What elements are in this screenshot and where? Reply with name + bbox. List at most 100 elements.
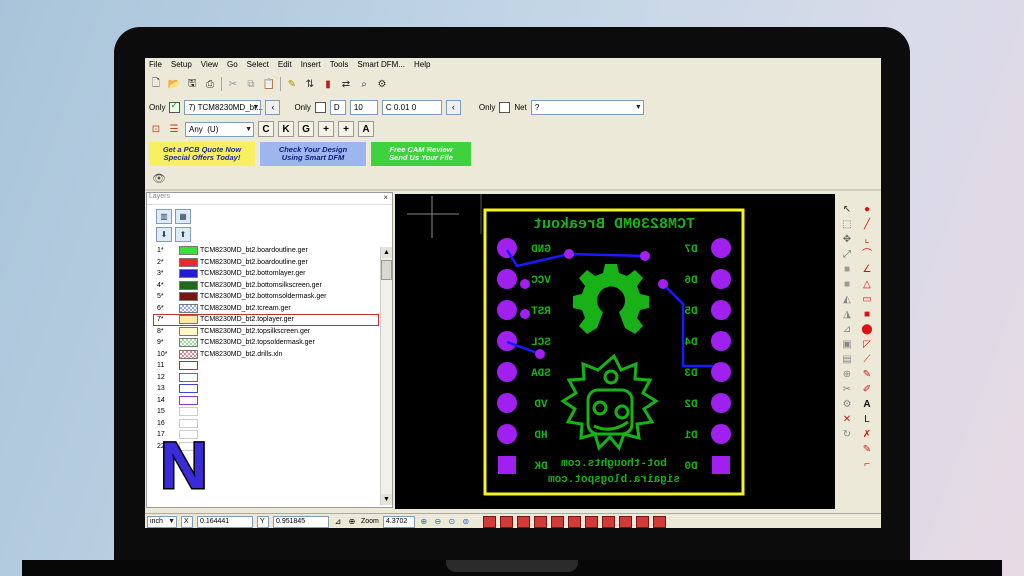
scroll-thumb[interactable] — [381, 260, 392, 280]
layer-row[interactable]: 10* TCM8230MD_bt2.drills.xln — [153, 349, 379, 361]
layer-color-swatch[interactable] — [179, 384, 198, 394]
zoom-icon[interactable]: ⌕ — [357, 77, 371, 91]
layer-color-swatch[interactable] — [179, 257, 198, 267]
layer-color-swatch[interactable] — [179, 269, 198, 279]
layer-toggle-5[interactable] — [550, 515, 564, 528]
layer-icon[interactable]: ▮ — [321, 77, 335, 91]
layer-row[interactable]: 15 — [153, 406, 379, 418]
layer-toggle-7[interactable] — [584, 515, 598, 528]
layer-color-swatch[interactable] — [179, 338, 198, 348]
zoom-out-icon[interactable]: ⊖ — [433, 517, 443, 527]
any-select[interactable]: Any (U) — [185, 121, 254, 137]
layer-row[interactable]: 2* TCM8230MD_bt2.boardoutline.ger — [153, 257, 379, 269]
red-dot-icon[interactable]: ● — [861, 204, 873, 216]
layer-toggle-10[interactable] — [635, 515, 649, 528]
polygon-icon[interactable]: ◸ — [861, 339, 873, 351]
copy-icon[interactable]: ⧉ — [244, 77, 258, 91]
menu-tools[interactable]: Tools — [330, 60, 349, 69]
layer-grid-icon[interactable]: ▦ — [175, 209, 191, 224]
layer-row[interactable]: 8* TCM8230MD_bt2.topsilkscreen.ger — [153, 326, 379, 338]
layer-row[interactable]: 13 — [153, 383, 379, 395]
only-checkbox[interactable] — [169, 100, 181, 113]
new-file-icon[interactable]: 🗋 — [149, 77, 163, 91]
layer-tool-icon[interactable]: ▣ — [841, 339, 853, 351]
menu-insert[interactable]: Insert — [301, 60, 321, 69]
eye-icon[interactable]: 👁 — [149, 170, 169, 186]
layer-toggle-8[interactable] — [601, 515, 615, 528]
d-code-input[interactable]: 10 — [349, 99, 378, 115]
prev-dcode-button[interactable]: ‹ — [445, 99, 461, 115]
layer-row[interactable]: 12 — [153, 372, 379, 384]
pointer-icon[interactable]: ↖ — [841, 204, 853, 216]
zoom-fit-icon[interactable]: ⊙ — [447, 517, 457, 527]
edit-icon[interactable]: ✎ — [861, 444, 873, 456]
measure-icon[interactable]: ⇅ — [303, 77, 317, 91]
pcb-canvas[interactable]: TCM8230MD Breakout GND VCC RST SCL SDA VD HD DK… — [395, 194, 835, 509]
unit-select[interactable]: inch — [147, 515, 177, 528]
layer-toggle-3[interactable] — [516, 515, 530, 528]
layer-toggle-11[interactable] — [652, 515, 666, 528]
scroll-up-icon[interactable]: ▲ — [381, 247, 392, 258]
layer-row[interactable]: 4* TCM8230MD_bt2.bottomsilkscreen.ger — [153, 280, 379, 292]
paste-icon[interactable]: 📋 — [262, 77, 276, 91]
gear-icon[interactable]: ⚙ — [841, 399, 853, 411]
pen-icon[interactable]: ✎ — [861, 369, 873, 381]
layer-color-swatch[interactable] — [179, 395, 198, 405]
layer-row[interactable]: 14 — [153, 395, 379, 407]
layer-color-swatch[interactable] — [179, 349, 198, 359]
zoom-window-icon[interactable]: ⊚ — [461, 517, 471, 527]
net-only-checkbox[interactable] — [499, 101, 511, 113]
layer-color-swatch[interactable] — [179, 315, 198, 325]
layer-row[interactable]: 7* TCM8230MD_bt2.toplayer.ger — [153, 314, 379, 326]
draw-icon[interactable]: ✎ — [285, 77, 299, 91]
pad-icon[interactable]: ▤ — [841, 354, 853, 366]
bracket-icon[interactable]: ⌐ — [861, 459, 873, 471]
corner-line-icon[interactable]: ⌞ — [861, 234, 873, 246]
list-icon[interactable]: ☰ — [167, 122, 181, 136]
angle-icon[interactable]: ∠ — [861, 264, 873, 276]
select-icon[interactable]: ⬚ — [841, 219, 853, 231]
flip-icon[interactable]: ⇄ — [339, 77, 353, 91]
zoom-in-icon[interactable]: ⊕ — [419, 517, 429, 527]
grid-icon[interactable]: ⊕ — [347, 517, 357, 527]
line-icon[interactable]: ╱ — [861, 219, 873, 231]
plus-button-2[interactable]: + — [338, 121, 354, 137]
g-button[interactable]: G — [298, 121, 314, 137]
k-button[interactable]: K — [278, 121, 294, 137]
x-icon[interactable]: ✕ — [841, 414, 853, 426]
layer-color-swatch[interactable] — [179, 303, 198, 313]
cut-icon[interactable]: ✂ — [226, 77, 240, 91]
pcb-quote-ad[interactable]: Get a PCB Quote Now Special Offers Today… — [149, 142, 255, 166]
layer-color-swatch[interactable] — [179, 280, 198, 290]
filter-icon[interactable]: ⊡ — [149, 122, 163, 136]
filled-rect-icon[interactable]: ■ — [861, 309, 873, 321]
move-down-icon[interactable]: ⬇ — [156, 227, 172, 242]
layer-row[interactable]: 5* TCM8230MD_bt2.bottomsoldermask.ger — [153, 291, 379, 303]
fill-icon-2[interactable]: ■ — [841, 279, 853, 291]
menu-setup[interactable]: Setup — [171, 60, 192, 69]
circle-icon[interactable]: ⬤ — [861, 324, 873, 336]
layer-row[interactable]: 6* TCM8230MD_bt2.tcream.ger — [153, 303, 379, 315]
close-icon[interactable]: × — [383, 193, 388, 202]
pencil-icon[interactable]: ✐ — [861, 384, 873, 396]
open-folder-icon[interactable]: 📂 — [167, 77, 181, 91]
layer-row[interactable]: 16 — [153, 418, 379, 430]
c-button[interactable]: C — [258, 121, 274, 137]
menu-help[interactable]: Help — [414, 60, 430, 69]
plus-button[interactable]: + — [318, 121, 334, 137]
a-button[interactable]: A — [358, 121, 374, 137]
menu-edit[interactable]: Edit — [278, 60, 292, 69]
dfm-icon[interactable]: ⚙ — [375, 77, 389, 91]
menu-go[interactable]: Go — [227, 60, 238, 69]
menu-file[interactable]: File — [149, 60, 162, 69]
repeat-icon[interactable]: ↻ — [841, 429, 853, 441]
drill-icon[interactable]: ⊕ — [841, 369, 853, 381]
menu-view[interactable]: View — [201, 60, 218, 69]
triangle-icon[interactable]: △ — [861, 279, 873, 291]
menu-smart-dfm[interactable]: Smart DFM... — [357, 60, 405, 69]
stretch-icon[interactable]: ⤢ — [841, 249, 853, 261]
layer-row[interactable]: 3* TCM8230MD_bt2.bottomlayer.ger — [153, 268, 379, 280]
print-icon[interactable]: ⎙ — [203, 77, 217, 91]
layer-color-swatch[interactable] — [179, 407, 198, 417]
move-icon[interactable]: ✥ — [841, 234, 853, 246]
